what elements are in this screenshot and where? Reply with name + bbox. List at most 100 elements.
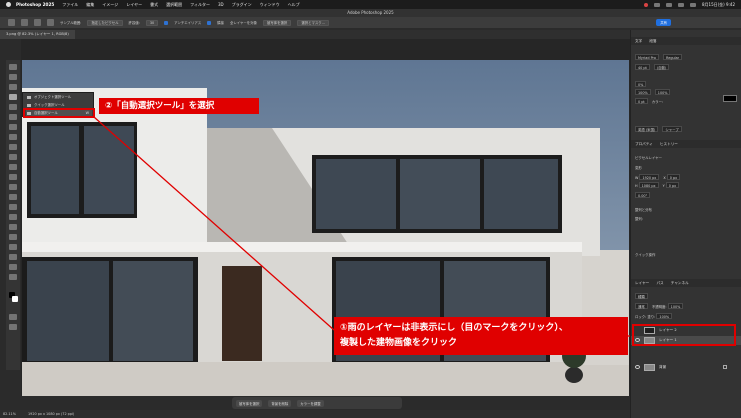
- magic-wand-tool-icon[interactable]: [9, 94, 17, 100]
- menu-plugins[interactable]: プラグイン: [232, 2, 252, 8]
- color-label: カラー:: [651, 100, 664, 104]
- menu-window[interactable]: ウィンドウ: [260, 2, 280, 8]
- search-icon[interactable]: [689, 2, 696, 7]
- language-select[interactable]: 英語 (米国): [635, 126, 659, 132]
- crop-tool-icon[interactable]: [9, 104, 17, 110]
- path-select-icon[interactable]: [9, 234, 17, 240]
- zoom-tool-icon[interactable]: [9, 264, 17, 270]
- share-button[interactable]: 共有: [656, 19, 671, 26]
- mac-menubar: Photoshop 2025 ファイル 編集 イメージ レイヤー 書式 選択範囲…: [0, 0, 741, 9]
- tab-layers[interactable]: レイヤー: [635, 281, 649, 285]
- layer-row-background[interactable]: 背景: [631, 363, 741, 372]
- tracking-select[interactable]: 0%: [635, 81, 647, 87]
- healing-brush-icon[interactable]: [9, 134, 17, 140]
- menu-3d[interactable]: 3D: [218, 2, 224, 7]
- contiguous-checkbox[interactable]: [207, 20, 212, 25]
- menu-filter[interactable]: フィルター: [190, 2, 210, 8]
- gradient-tool-icon[interactable]: [9, 184, 17, 190]
- more-tools-icon[interactable]: [9, 274, 17, 280]
- quick-mask-icon[interactable]: [9, 314, 17, 320]
- object-selection-icon: [27, 96, 31, 99]
- font-style-select[interactable]: Regular: [663, 54, 683, 60]
- marquee-tool-icon[interactable]: [9, 74, 17, 80]
- screen-mode-icon[interactable]: [9, 324, 17, 330]
- horizontal-scale-input[interactable]: 100%: [654, 89, 671, 95]
- shape-tool-icon[interactable]: [9, 244, 17, 250]
- zoom-level[interactable]: 82.11%: [3, 410, 16, 418]
- antialias-checkbox[interactable]: [164, 20, 169, 25]
- magic-wand-preset-icon[interactable]: [21, 19, 28, 26]
- tab-paths[interactable]: パス: [656, 281, 663, 285]
- apple-icon[interactable]: [6, 2, 11, 7]
- tab-paragraph[interactable]: 段落: [649, 39, 656, 43]
- font-family-select[interactable]: Myriad Pro: [635, 54, 659, 60]
- lasso-tool-icon[interactable]: [9, 84, 17, 90]
- battery-icon[interactable]: [665, 2, 672, 7]
- move-tool-icon[interactable]: [9, 64, 17, 70]
- fill-input[interactable]: 100%: [656, 313, 673, 319]
- type-tool-icon[interactable]: [9, 224, 17, 230]
- font-size-select[interactable]: 40 pt: [635, 64, 650, 70]
- sample-size-select[interactable]: 指定したピクセル: [87, 19, 123, 26]
- text-color-swatch[interactable]: [723, 95, 737, 102]
- menubar-clock[interactable]: 8月15日(金) 9:42: [702, 2, 735, 8]
- app-menu-name[interactable]: Photoshop 2025: [16, 2, 54, 7]
- document-size[interactable]: 1920 px x 1080 px (72 ppi): [28, 410, 74, 418]
- background-visibility-eye-icon[interactable]: [635, 365, 640, 369]
- menu-help[interactable]: ヘルプ: [288, 2, 300, 8]
- background-color-swatch[interactable]: [12, 296, 18, 302]
- window-titlebar: Adobe Photoshop 2025: [0, 9, 741, 17]
- record-icon[interactable]: [643, 2, 648, 7]
- document-tab[interactable]: 3.png @ 82.3% (レイヤー 1, RGB/8): [0, 30, 75, 39]
- pen-tool-icon[interactable]: [9, 214, 17, 220]
- hand-tool-icon[interactable]: [9, 254, 17, 260]
- eyedropper-tool-icon[interactable]: [9, 124, 17, 130]
- object-selection-tool-item[interactable]: オブジェクト選択ツール: [26, 94, 92, 101]
- eraser-tool-icon[interactable]: [9, 174, 17, 180]
- new-selection-icon[interactable]: [34, 19, 41, 26]
- align-header[interactable]: 整列と分布: [635, 207, 735, 213]
- language-row: 英語 (米国) シャープ: [635, 126, 735, 132]
- select-subject-button[interactable]: 被写体を選択: [262, 19, 292, 26]
- leading-select[interactable]: (自動): [653, 64, 670, 70]
- menu-edit[interactable]: 編集: [86, 2, 94, 8]
- antialias-select[interactable]: シャープ: [662, 126, 682, 132]
- x-input[interactable]: 0 px: [666, 174, 681, 180]
- tab-history[interactable]: ヒストリー: [660, 142, 678, 146]
- brush-tool-icon[interactable]: [9, 144, 17, 150]
- tolerance-input[interactable]: 30: [145, 19, 159, 26]
- baseline-input[interactable]: 0 pt: [635, 98, 648, 104]
- height-input[interactable]: 1080 px: [638, 182, 659, 188]
- menu-file[interactable]: ファイル: [62, 2, 78, 8]
- layer-kind-filter[interactable]: 種類: [635, 293, 648, 299]
- opacity-input[interactable]: 100%: [667, 303, 684, 309]
- transform-header[interactable]: 変形: [635, 165, 735, 171]
- task-remove-background[interactable]: 背景を削除: [268, 399, 292, 407]
- clone-stamp-icon[interactable]: [9, 154, 17, 160]
- menu-image[interactable]: イメージ: [102, 2, 118, 8]
- menu-type[interactable]: 書式: [150, 2, 158, 8]
- home-icon[interactable]: [8, 19, 15, 26]
- wifi-icon[interactable]: [677, 2, 684, 7]
- frame-tool-icon[interactable]: [9, 114, 17, 120]
- select-and-mask-button[interactable]: 選択とマスク...: [297, 19, 329, 26]
- tab-channels[interactable]: チャンネル: [671, 281, 689, 285]
- task-select-subject[interactable]: 被写体を選択: [236, 399, 263, 407]
- blur-tool-icon[interactable]: [9, 194, 17, 200]
- y-input[interactable]: 0 px: [665, 182, 680, 188]
- dodge-tool-icon[interactable]: [9, 204, 17, 210]
- menu-select[interactable]: 選択範囲: [166, 2, 182, 8]
- tab-character[interactable]: 文字: [635, 39, 642, 43]
- menu-layer[interactable]: レイヤー: [126, 2, 142, 8]
- width-input[interactable]: 1920 px: [639, 174, 660, 180]
- history-brush-icon[interactable]: [9, 164, 17, 170]
- tab-properties[interactable]: プロパティ: [635, 142, 653, 146]
- status-icon[interactable]: [653, 2, 660, 7]
- quick-actions-header[interactable]: クイック操作: [635, 252, 735, 258]
- all-layers-label[interactable]: 全レイヤーを対象: [230, 20, 257, 25]
- vertical-scale-input[interactable]: 100%: [635, 89, 651, 95]
- add-selection-icon[interactable]: [47, 19, 54, 26]
- task-adjust-color[interactable]: カラーを調整: [297, 399, 324, 407]
- blend-mode-select[interactable]: 通常: [635, 303, 648, 309]
- angle-input[interactable]: 0.00°: [635, 192, 651, 198]
